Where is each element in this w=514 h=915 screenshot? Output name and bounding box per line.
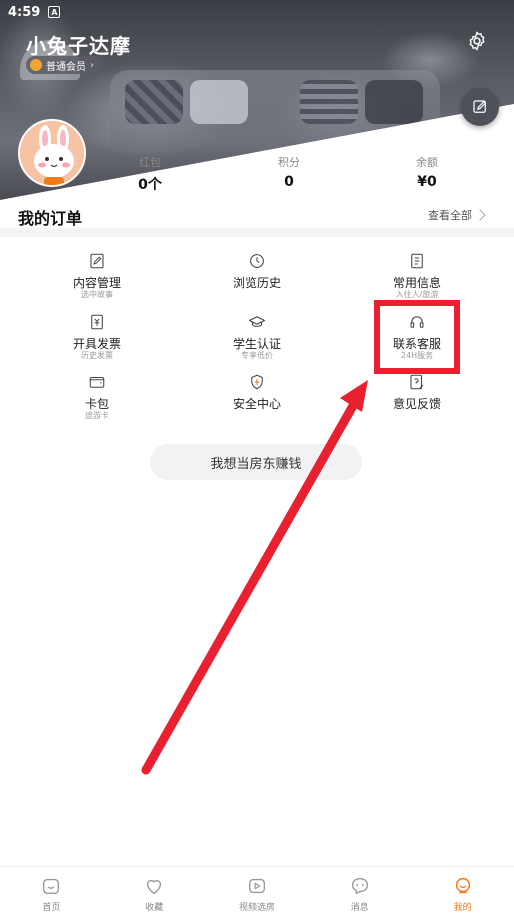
grid-item-subtitle: 专享低价 [241, 351, 273, 360]
grid-item-subtitle [187, 411, 327, 421]
grid-item-title: 常用信息 [392, 276, 441, 290]
nav-label: 首页 [42, 903, 61, 913]
grid-item-security-center[interactable]: 安全中心 [187, 373, 327, 421]
edit-profile-button[interactable] [461, 88, 499, 126]
grid-item-common-info[interactable]: 常用信息 入住人/旅游 [347, 252, 487, 300]
notebook-icon [411, 253, 423, 269]
grid-item-title: 安全中心 [232, 397, 281, 411]
nav-item-mine[interactable]: 我的 [411, 867, 514, 915]
become-landlord-button[interactable]: 我想当房东赚钱 [150, 444, 362, 480]
chevron-right-icon: › [90, 59, 94, 71]
stat-balance[interactable]: 余额 ¥0 [377, 154, 477, 190]
headset-icon [410, 316, 424, 328]
banner-decor [190, 80, 248, 124]
nav-item-favorites[interactable]: 收藏 [103, 867, 206, 915]
membership-label: 普通会员 [46, 61, 86, 73]
nav-item-home[interactable]: 首页 [0, 867, 103, 915]
shield-icon [251, 374, 263, 390]
lightbulb-icon [30, 59, 42, 71]
grid-item-subtitle: 历史发票 [81, 351, 113, 360]
nav-item-video-rooms[interactable]: 视频选房 [206, 867, 309, 915]
grid-item-subtitle [187, 290, 327, 300]
gear-icon[interactable] [466, 30, 488, 52]
stat-label: 红包 [139, 156, 161, 169]
profile-icon [455, 877, 470, 894]
grid-item-title: 联系客服 [392, 337, 441, 351]
view-all-orders-link[interactable]: 查看全部 [428, 207, 486, 223]
edit-doc-icon [90, 253, 104, 269]
grid-item-browse-history[interactable]: 浏览历史 [187, 252, 327, 300]
stat-value: ¥0 [417, 174, 437, 190]
message-icon [351, 877, 368, 895]
video-icon [248, 878, 266, 894]
grid-item-subtitle: 24H服务 [400, 351, 434, 360]
stat-label: 余额 [416, 156, 438, 169]
bottom-nav: 首页 收藏 视频选房 消息 我的 [0, 866, 514, 915]
grid-item-subtitle: 入住人/旅游 [395, 290, 439, 299]
grid-item-title: 内容管理 [72, 276, 121, 290]
stat-label: 积分 [278, 156, 300, 169]
grid-item-subtitle [347, 411, 487, 421]
banner-decor [365, 80, 423, 124]
clock-icon [250, 254, 264, 268]
nav-label: 收藏 [145, 903, 164, 913]
nav-item-messages[interactable]: 消息 [308, 867, 411, 915]
nav-label: 我的 [453, 903, 472, 913]
username[interactable]: 小兔子达摩 [26, 30, 131, 59]
view-all-label: 查看全部 [428, 209, 472, 222]
avatar[interactable] [18, 119, 86, 187]
home-icon [43, 878, 60, 895]
banner-decor [300, 80, 358, 124]
grid-item-title: 浏览历史 [232, 276, 281, 290]
section-divider [0, 228, 514, 237]
grid-item-content-management[interactable]: 内容管理 选中故事 [27, 252, 167, 300]
grid-item-invoice[interactable]: 开具发票 历史发票 [27, 313, 167, 361]
orders-title: 我的订单 [18, 209, 83, 228]
grid-item-student-verification[interactable]: 学生认证 专享低价 [187, 313, 327, 361]
heart-icon [147, 879, 162, 895]
feedback-icon [410, 374, 424, 390]
stat-value: 0个 [138, 177, 162, 193]
status-bar: 4:59 A [0, 0, 514, 24]
stat-value: 0 [284, 174, 294, 190]
grid-item-card-wallet[interactable]: 卡包 途游卡 [27, 373, 167, 421]
grid-item-title: 卡包 [84, 397, 109, 411]
grid-item-title: 开具发票 [72, 337, 121, 351]
status-time: 4:59 [8, 4, 41, 20]
banner-decor [125, 80, 183, 124]
stat-red-packet[interactable]: 红包 0个 [100, 154, 200, 194]
grid-item-title: 意见反馈 [392, 397, 441, 411]
graduation-cap-icon [248, 316, 266, 327]
chevron-right-icon [474, 209, 486, 221]
grid-item-title: 学生认证 [232, 337, 281, 351]
edit-icon [473, 100, 486, 113]
grid-item-subtitle: 选中故事 [81, 290, 113, 299]
notification-icon: A [48, 6, 61, 18]
nav-label: 消息 [350, 903, 369, 913]
membership-badge[interactable]: 普通会员 › [26, 56, 102, 74]
wallet-icon [89, 376, 105, 388]
grid-item-subtitle: 途游卡 [85, 411, 109, 420]
grid-item-customer-service[interactable]: 联系客服 24H服务 [347, 313, 487, 361]
grid-item-feedback[interactable]: 意见反馈 [347, 373, 487, 421]
invoice-icon [91, 314, 103, 330]
stat-points[interactable]: 积分 0 [239, 154, 339, 190]
nav-label: 视频选房 [238, 903, 275, 913]
